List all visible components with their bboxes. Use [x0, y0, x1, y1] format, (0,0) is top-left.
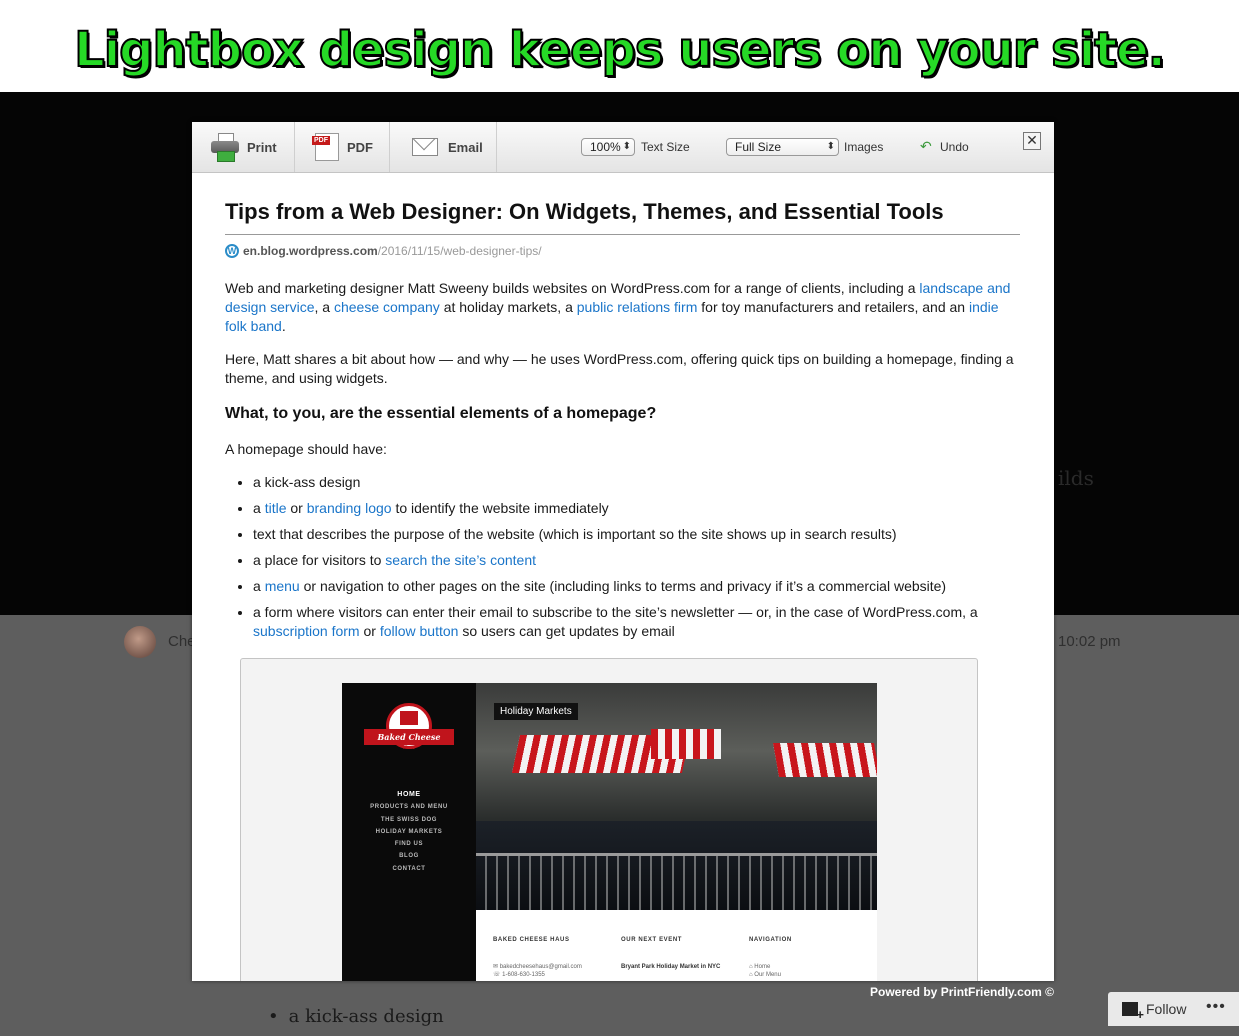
- wordpress-icon: W: [225, 244, 239, 258]
- list-item: text that describes the purpose of the w…: [253, 525, 1020, 544]
- site-nav-item: PRODUCTS AND MENU: [370, 804, 448, 811]
- logo-sub: Haus: [403, 745, 415, 751]
- link-cheese-company[interactable]: cheese company: [334, 299, 440, 315]
- text-size-select[interactable]: 100%: [581, 138, 635, 156]
- link-menu[interactable]: menu: [265, 578, 300, 594]
- link-search-content[interactable]: search the site’s content: [385, 552, 536, 568]
- site-nav-item: HOME: [397, 791, 421, 798]
- article-content: Tips from a Web Designer: On Widgets, Th…: [225, 172, 1020, 648]
- background-list: a kick-ass design: [268, 1006, 444, 1027]
- list-item: a kick-ass design: [268, 1006, 444, 1027]
- link-subscription-form[interactable]: subscription form: [253, 623, 360, 639]
- headline-banner: Lightbox design keeps users on your site…: [0, 0, 1239, 92]
- post-timestamp: 10:02 pm: [1058, 633, 1121, 650]
- pdf-icon: [312, 133, 339, 161]
- powered-by-link[interactable]: Powered by PrintFriendly.com ©: [870, 985, 1054, 999]
- list-item: a form where visitors can enter their em…: [253, 603, 1020, 641]
- undo-button[interactable]: Undo: [940, 140, 969, 154]
- site-nav-item: CONTACT: [392, 865, 426, 872]
- list-item: a title or branding logo to identify the…: [253, 499, 1020, 518]
- intro-paragraph: Web and marketing designer Matt Sweeny b…: [225, 280, 1011, 334]
- source-host: en.blog.wordpress.com: [243, 244, 378, 258]
- print-button[interactable]: Print: [192, 122, 295, 172]
- link-branding-logo[interactable]: branding logo: [307, 500, 392, 516]
- site-nav-item: BLOG: [399, 853, 419, 860]
- headline: Lightbox design keeps users on your site…: [73, 22, 1167, 78]
- background-ghost-text: ilds: [1058, 466, 1094, 490]
- avatar: [124, 626, 156, 658]
- hero-photo: Holiday Markets: [476, 683, 877, 910]
- text-size-label: Text Size: [641, 140, 690, 154]
- link-follow-button[interactable]: follow button: [380, 623, 459, 639]
- article-screenshot: Baked Cheese Haus HOME PRODUCTS AND MENU…: [240, 658, 978, 981]
- footer-col: BAKED CHEESE HAUS ✉ bakedcheesehaus@gmai…: [493, 937, 582, 978]
- logo-text: Baked Cheese: [364, 729, 454, 745]
- site-nav-item: HOLIDAY MARKETS: [375, 828, 443, 835]
- embedded-site: Baked Cheese Haus HOME PRODUCTS AND MENU…: [342, 683, 877, 981]
- market-tent: [651, 729, 721, 759]
- footer-col: OUR NEXT EVENT Bryant Park Holiday Marke…: [621, 937, 721, 970]
- site-nav-item: THE SWISS DOG: [380, 816, 438, 823]
- list-item: a menu or navigation to other pages on t…: [253, 577, 1020, 596]
- pdf-button[interactable]: PDF: [295, 122, 390, 172]
- footer-col: NAVIGATION ⌂ Home ⌂ Our Menu: [749, 937, 792, 978]
- article-title: Tips from a Web Designer: On Widgets, Th…: [225, 199, 1020, 235]
- site-nav-item: FIND US: [394, 841, 424, 848]
- close-icon[interactable]: ✕: [1023, 132, 1041, 150]
- site-nav: HOME PRODUCTS AND MENU THE SWISS DOG HOL…: [342, 789, 476, 875]
- printer-icon: [211, 133, 239, 162]
- source-line: W en.blog.wordpress.com/2016/11/15/web-d…: [225, 244, 1020, 258]
- link-pr-firm[interactable]: public relations firm: [577, 299, 698, 315]
- follow-button[interactable]: Follow: [1146, 1001, 1186, 1017]
- undo-icon[interactable]: ↶: [920, 139, 934, 153]
- market-tent: [773, 743, 877, 777]
- homepage-elements-list: a kick-ass design a title or branding lo…: [225, 473, 1020, 641]
- reader-follow-icon[interactable]: [1122, 1002, 1144, 1022]
- lightbox-toolbar: Print PDF Email 100% Text Size Full Size…: [192, 122, 1054, 173]
- site-logo: Baked Cheese Haus: [364, 703, 454, 759]
- fence: [476, 853, 877, 910]
- images-label: Images: [844, 140, 884, 154]
- list-intro: A homepage should have:: [225, 441, 387, 457]
- more-options-icon[interactable]: •••: [1206, 998, 1226, 1016]
- section-heading: What, to you, are the essential elements…: [225, 405, 657, 422]
- site-sidebar: Baked Cheese Haus HOME PRODUCTS AND MENU…: [342, 683, 476, 981]
- follow-bar: Follow •••: [1108, 992, 1239, 1026]
- email-label: Email: [448, 139, 483, 155]
- source-path: /2016/11/15/web-designer-tips/: [377, 244, 542, 258]
- hero-label: Holiday Markets: [494, 703, 578, 720]
- print-label: Print: [247, 139, 277, 155]
- images-select[interactable]: Full Size: [726, 138, 839, 156]
- list-item: a kick-ass design: [253, 473, 1020, 492]
- link-title[interactable]: title: [265, 500, 287, 516]
- envelope-icon: [412, 138, 438, 156]
- print-lightbox: Print PDF Email 100% Text Size Full Size…: [192, 122, 1054, 981]
- list-item: a place for visitors to search the site’…: [253, 551, 1020, 570]
- second-paragraph: Here, Matt shares a bit about how — and …: [225, 351, 1014, 386]
- email-button[interactable]: Email: [390, 122, 497, 172]
- pdf-label: PDF: [347, 139, 373, 155]
